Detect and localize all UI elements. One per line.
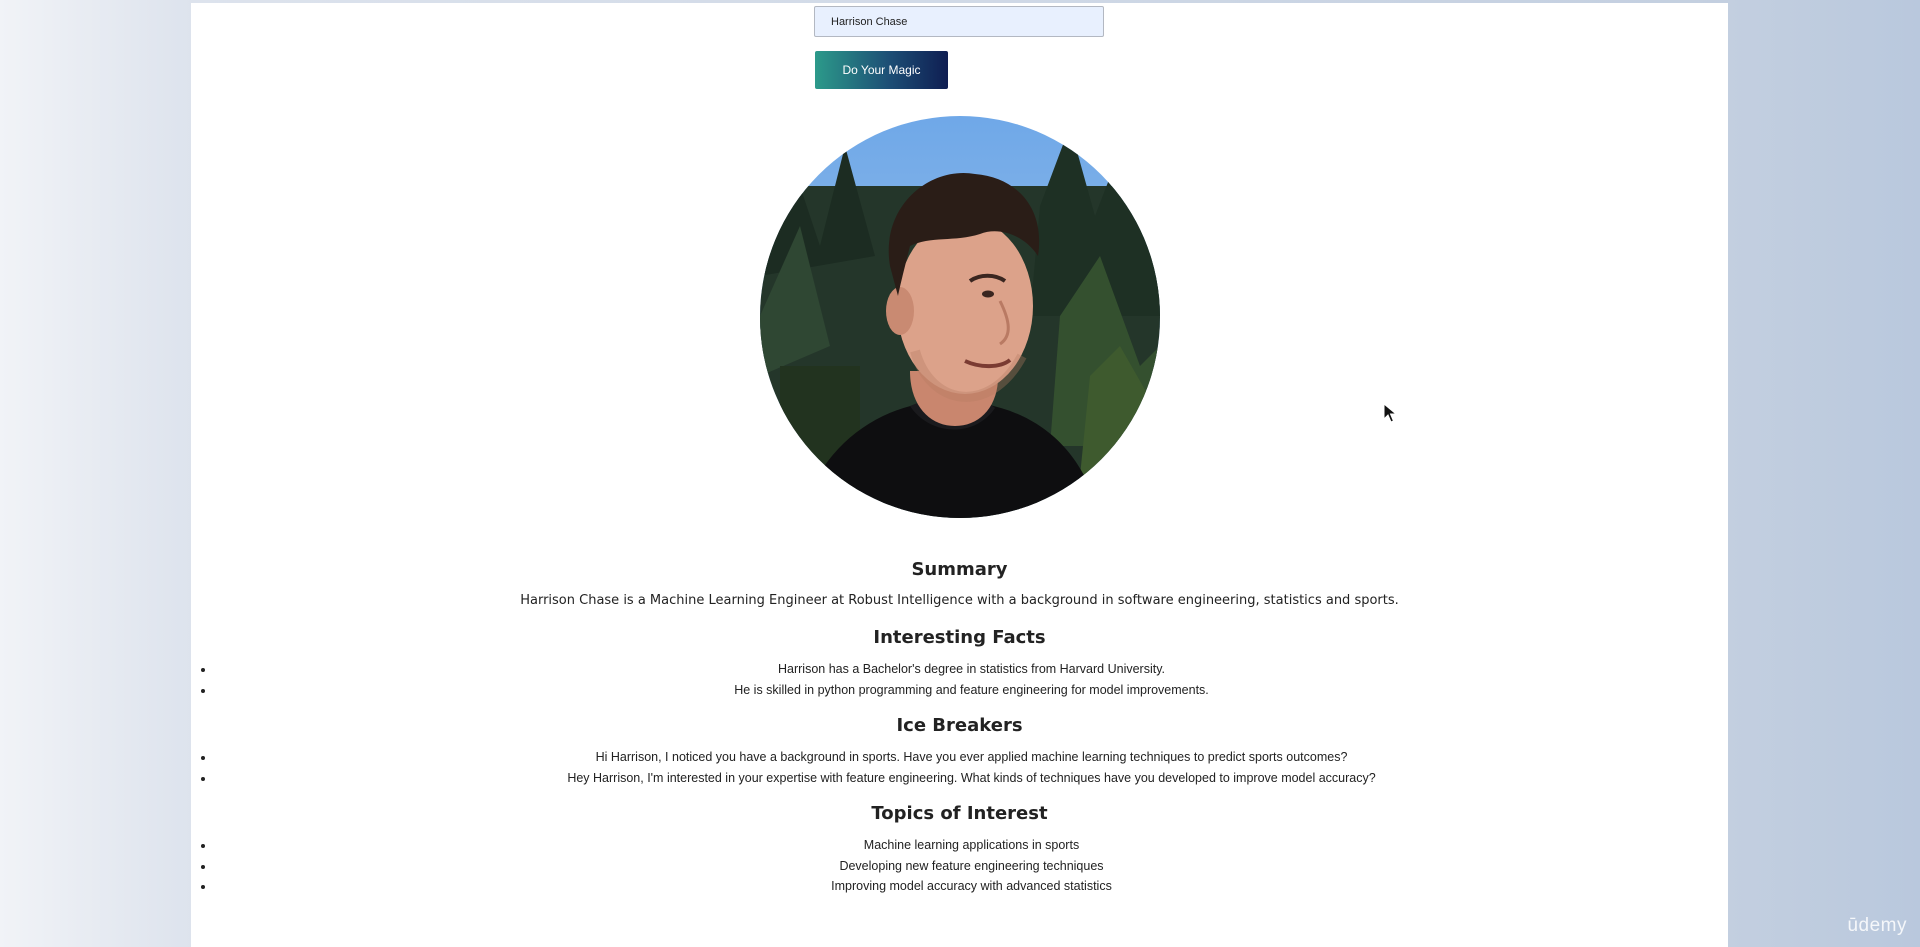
list-item: Hey Harrison, I'm interested in your exp… xyxy=(215,768,1728,789)
interesting-facts-heading: Interesting Facts xyxy=(873,627,1046,648)
list-item: Hi Harrison, I noticed you have a backgr… xyxy=(215,747,1728,768)
interesting-facts-list: Harrison has a Bachelor's degree in stat… xyxy=(191,659,1728,700)
list-item: Improving model accuracy with advanced s… xyxy=(215,876,1728,897)
topics-of-interest-list: Machine learning applications in sports … xyxy=(191,835,1728,897)
results-section: Summary Harrison Chase is a Machine Lear… xyxy=(191,558,1728,897)
list-item: He is skilled in python programming and … xyxy=(215,680,1728,701)
mouse-cursor-icon xyxy=(1383,403,1397,423)
topics-of-interest-heading: Topics of Interest xyxy=(871,803,1048,824)
name-input[interactable] xyxy=(814,6,1104,37)
list-item: Harrison has a Bachelor's degree in stat… xyxy=(215,659,1728,680)
avatar xyxy=(760,116,1160,518)
app-page: Do Your Magic xyxy=(191,3,1728,947)
summary-heading: Summary xyxy=(911,559,1008,580)
list-item: Developing new feature engineering techn… xyxy=(215,856,1728,877)
ice-breakers-list: Hi Harrison, I noticed you have a backgr… xyxy=(191,747,1728,788)
do-your-magic-button[interactable]: Do Your Magic xyxy=(815,51,948,89)
profile-photo xyxy=(760,116,1160,518)
summary-text: Harrison Chase is a Machine Learning Eng… xyxy=(520,593,1399,608)
ice-breakers-heading: Ice Breakers xyxy=(896,715,1023,736)
list-item: Machine learning applications in sports xyxy=(215,835,1728,856)
udemy-watermark: ūdemy xyxy=(1847,915,1907,936)
